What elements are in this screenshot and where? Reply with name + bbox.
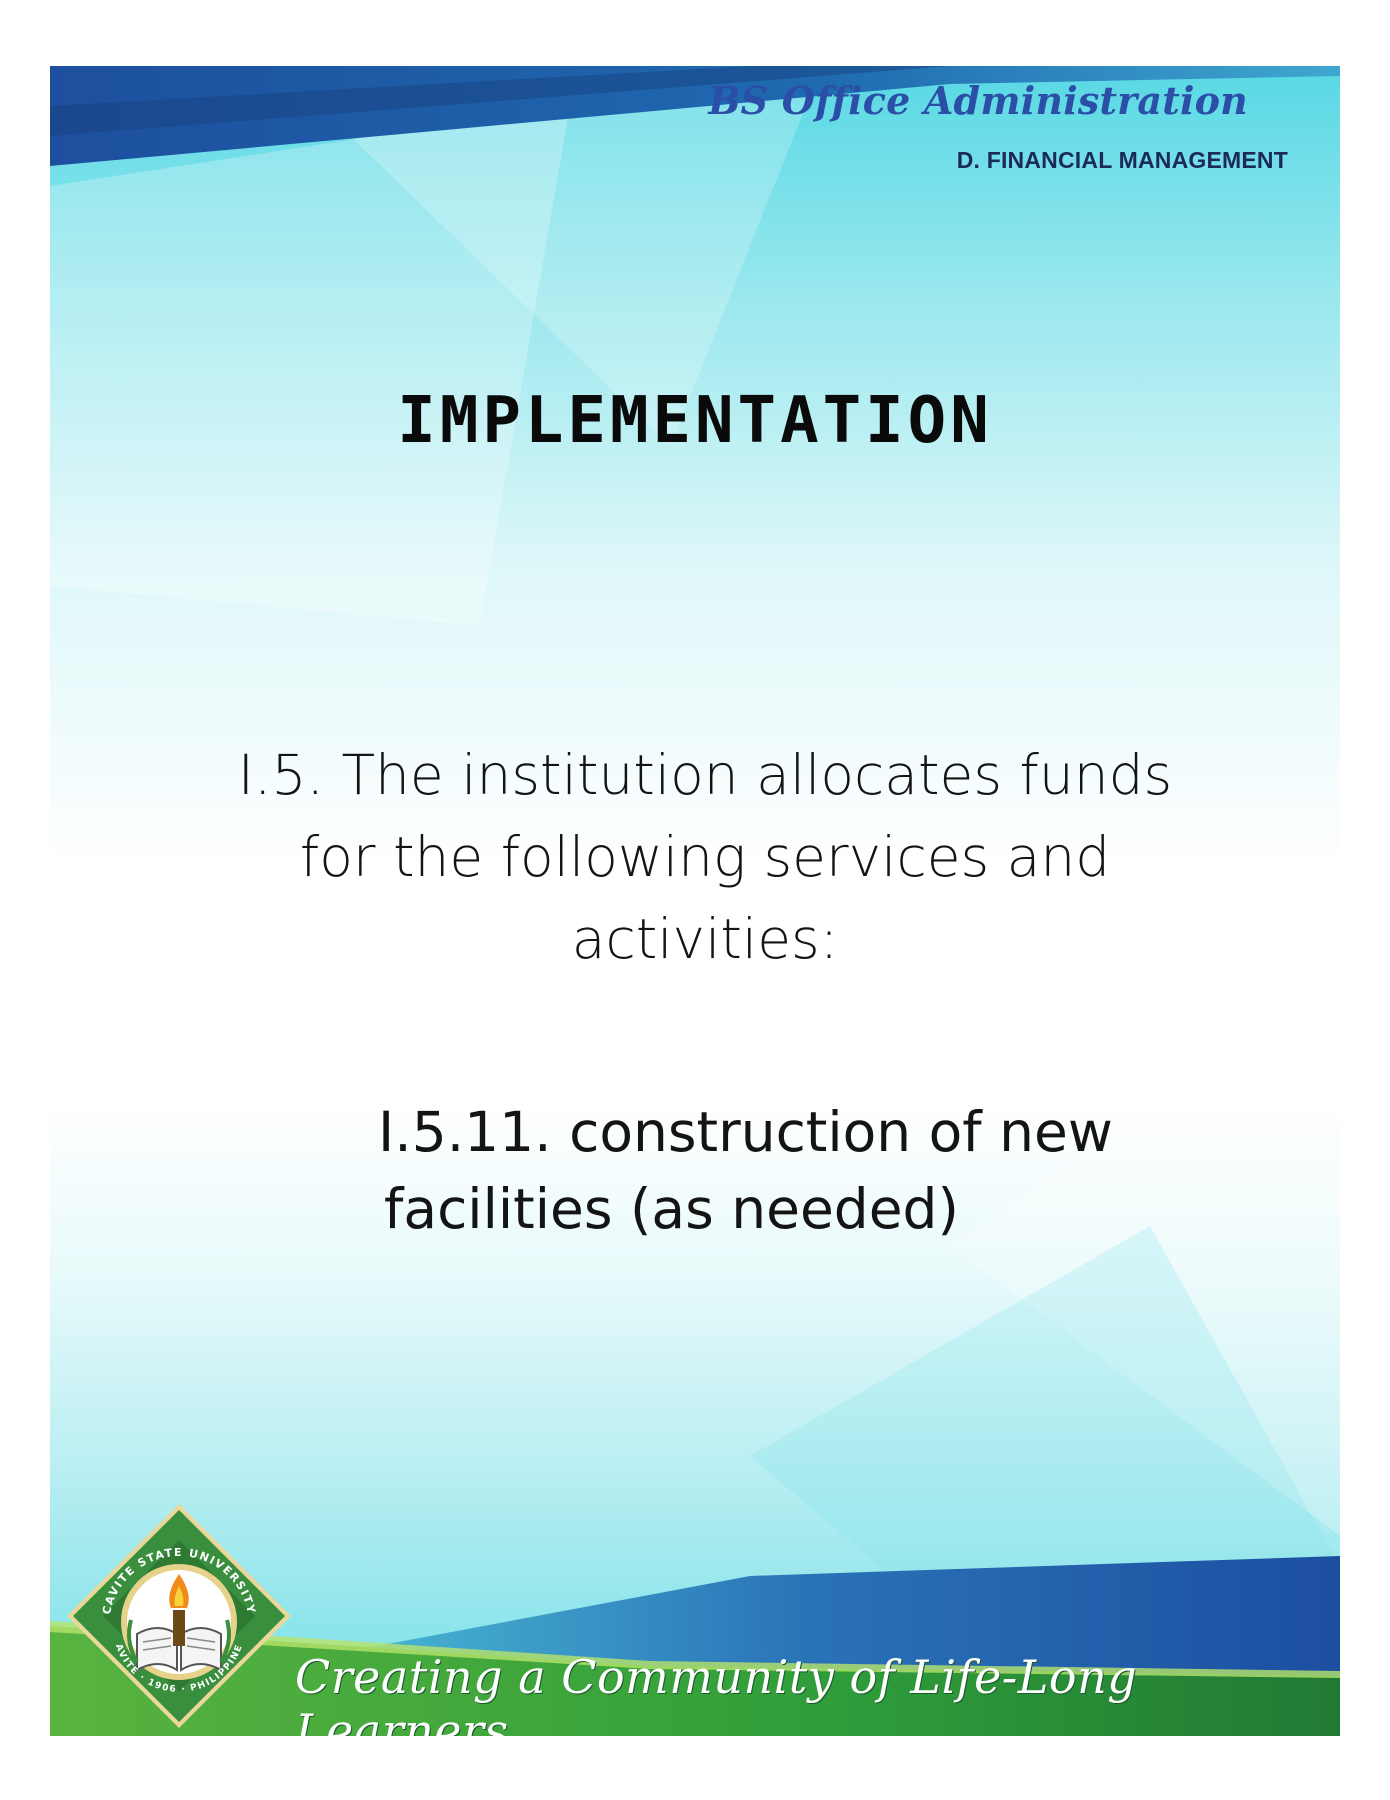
university-seal-logo: CAVITE STATE UNIVERSITY CAVITE · 1906 · … <box>65 1502 291 1728</box>
footer-tagline: Creating a Community of Life-Long Learne… <box>295 1650 1138 1736</box>
area-label: D. FINANCIAL MANAGEMENT <box>956 147 1288 173</box>
program-name: BS Office Administration <box>708 78 1248 123</box>
sub-item: I.5.11. construction of new facilities (… <box>378 1094 1158 1248</box>
criterion-text: I.5. The institution allocates funds for… <box>237 743 1173 971</box>
sub-item-line-2: facilities (as needed) <box>384 1177 959 1241</box>
page-title: IMPLEMENTATION <box>397 384 993 458</box>
sub-item-line-1: I.5.11. construction of new <box>378 1100 1113 1164</box>
document-page: BS Office Administration D. FINANCIAL MA… <box>50 66 1340 1736</box>
